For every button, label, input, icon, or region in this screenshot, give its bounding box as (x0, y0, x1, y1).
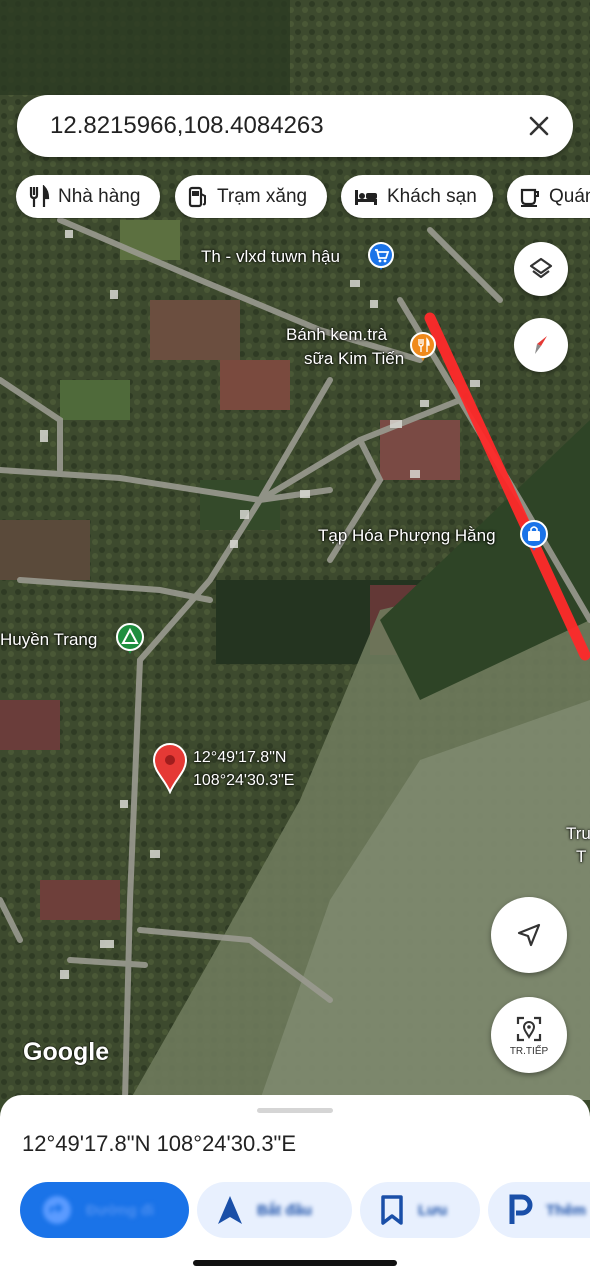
category-chips: Nhà hàng Trạm xăng Khách sạn Quá (16, 175, 590, 219)
place-label-store[interactable]: Th - vlxd tuwn hậu (201, 247, 340, 267)
bed-icon (355, 189, 377, 205)
compass-icon (535, 336, 547, 354)
home-indicator-bar (193, 1260, 397, 1266)
next-button[interactable]: TR.TIẾP (491, 997, 567, 1073)
restaurant-icon[interactable] (409, 330, 437, 362)
chip-restaurants[interactable]: Nhà hàng (16, 175, 160, 218)
parking-icon (509, 1194, 533, 1224)
pin-latitude: 12°49'17.8"N (193, 749, 287, 766)
location-scan-icon (516, 1016, 542, 1041)
search-query[interactable]: 12.8215966,108.4084263 (50, 112, 324, 140)
chip-label: Trạm xăng (217, 185, 308, 207)
place-label-grocery[interactable]: Tạp Hóa Phượng Hằng (318, 526, 496, 546)
campground-icon[interactable] (114, 621, 146, 655)
start-button[interactable]: Bắt đầu (197, 1182, 352, 1238)
more-button[interactable]: Thêm (488, 1182, 590, 1238)
more-label: Thêm (546, 1201, 587, 1219)
chip-gas-stations[interactable]: Trạm xăng (175, 175, 327, 218)
search-bar[interactable]: 12.8215966,108.4084263 (17, 95, 573, 157)
gas-station-icon (188, 186, 206, 207)
chip-label: Quán (549, 185, 590, 207)
place-label-camp[interactable]: Huyền Trang (0, 630, 97, 650)
my-location-button[interactable] (491, 897, 567, 973)
chip-hotels[interactable]: Khách sạn (341, 175, 493, 218)
directions-icon (43, 1196, 71, 1224)
save-label: Lưu (418, 1201, 448, 1219)
shopping-bag-icon[interactable] (518, 518, 550, 552)
place-label-cafe-line2[interactable]: sữa Kim Tiến (304, 349, 404, 369)
chip-label: Nhà hàng (58, 185, 141, 207)
pin-longitude: 108°24'30.3"E (193, 772, 295, 789)
satellite-map[interactable]: 12.8215966,108.4084263 Nhà hàng Trạm xăn… (0, 0, 590, 1100)
directions-button[interactable]: Đường đi (20, 1182, 189, 1238)
shopping-cart-icon[interactable] (367, 241, 395, 271)
fork-knife-icon (29, 184, 50, 207)
place-label-cafe-line1[interactable]: Bánh kem.trà (286, 325, 387, 345)
chip-cafes[interactable]: Quán (507, 175, 590, 218)
place-coordinates: 12°49'17.8"N 108°24'30.3"E (22, 1131, 297, 1156)
dropped-pin-icon[interactable] (150, 742, 190, 794)
directions-label: Đường đi (86, 1201, 155, 1219)
place-label-edge-line2[interactable]: T (576, 847, 586, 867)
sheet-handle[interactable] (257, 1108, 333, 1113)
coffee-cup-icon (520, 188, 539, 207)
bookmark-icon (381, 1195, 403, 1225)
bottom-sheet[interactable]: 12°49'17.8"N 108°24'30.3"E Đường đi Bắt … (0, 1095, 590, 1280)
chip-label: Khách sạn (387, 185, 477, 207)
next-button-label: TR.TIẾP (509, 1045, 549, 1057)
google-logo: Google (23, 1038, 110, 1066)
compass-button[interactable] (514, 318, 568, 372)
navigation-arrow-icon (517, 923, 541, 947)
start-label: Bắt đầu (257, 1201, 313, 1219)
layers-icon (529, 257, 553, 279)
navigate-arrow-icon (218, 1196, 242, 1224)
place-label-edge-line1[interactable]: Tru (566, 824, 590, 844)
save-button[interactable]: Lưu (360, 1182, 480, 1238)
layers-button[interactable] (514, 242, 568, 296)
close-icon[interactable] (521, 108, 557, 144)
